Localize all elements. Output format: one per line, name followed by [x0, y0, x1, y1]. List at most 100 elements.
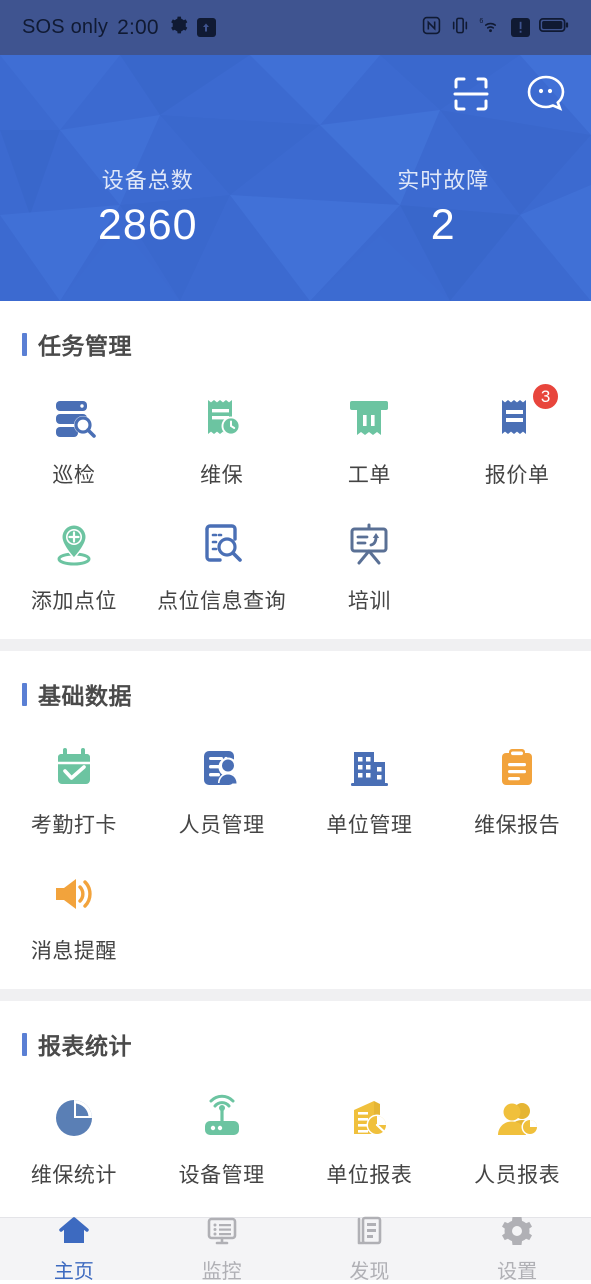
tab-settings[interactable]: 设置	[443, 1215, 591, 1284]
status-bar: SOS only 2:00 6	[0, 0, 591, 55]
section-task-management: 任务管理 巡检	[0, 301, 591, 639]
tab-discover[interactable]: 发现	[296, 1215, 444, 1284]
grid-item-label: 人员报表	[474, 1159, 560, 1189]
sim-alert-icon	[511, 18, 530, 37]
section-header: 报表统计	[0, 1001, 591, 1065]
grid-item-label: 报价单	[485, 459, 550, 489]
stat-label: 设备总数	[0, 163, 296, 195]
upload-arrow-icon	[197, 18, 216, 37]
header-actions	[449, 71, 569, 122]
grid-item-label: 维保统计	[31, 1159, 117, 1189]
grid-item-inspection[interactable]: 巡检	[0, 377, 148, 503]
section-header: 任务管理	[0, 301, 591, 365]
tab-monitor[interactable]: 监控	[148, 1215, 296, 1284]
grid-item-label: 人员管理	[179, 809, 265, 839]
clipboard-icon	[488, 739, 546, 797]
receipt-icon: 3	[488, 389, 546, 447]
grid-item-label: 工单	[348, 459, 391, 489]
icon-grid: 巡检 维保	[0, 365, 591, 629]
grid-item-add-point[interactable]: 添加点位	[0, 503, 148, 629]
home-icon	[57, 1215, 91, 1252]
grid-item-personnel-report[interactable]: 人员报表	[443, 1077, 591, 1203]
building-chart-icon	[340, 1089, 398, 1147]
carrier-label: SOS only	[22, 16, 108, 39]
section-accent-bar	[22, 683, 27, 706]
grid-item-maintenance[interactable]: 维保	[148, 377, 296, 503]
grid-item-point-query[interactable]: 点位信息查询	[148, 503, 296, 629]
section-accent-bar	[22, 333, 27, 356]
map-pin-plus-icon	[45, 515, 103, 573]
status-bar-left: SOS only 2:00	[22, 15, 216, 41]
grid-item-unit-report[interactable]: 单位报表	[296, 1077, 444, 1203]
tab-label: 发现	[349, 1255, 389, 1284]
book-icon	[352, 1215, 386, 1252]
speaker-icon	[45, 865, 103, 923]
pie-chart-icon	[45, 1089, 103, 1147]
stat-value: 2	[296, 203, 591, 248]
chat-bubble-icon[interactable]	[523, 71, 569, 122]
nfc-icon	[422, 16, 441, 40]
section-basic-data: 基础数据 考勤打卡	[0, 651, 591, 989]
ticket-printer-icon	[340, 389, 398, 447]
grid-item-unit-management[interactable]: 单位管理	[296, 727, 444, 853]
grid-item-label: 培训	[348, 585, 391, 615]
icon-grid: 考勤打卡 人员管理	[0, 715, 591, 979]
tab-label: 监控	[202, 1255, 242, 1284]
scan-icon[interactable]	[449, 72, 493, 121]
grid-item-label: 考勤打卡	[31, 809, 117, 839]
grid-item-work-order[interactable]: 工单	[296, 377, 444, 503]
icon-grid: 维保统计 设备管理	[0, 1065, 591, 1217]
grid-item-label: 添加点位	[31, 585, 117, 615]
document-search-icon	[193, 515, 251, 573]
tab-home[interactable]: 主页	[0, 1215, 148, 1284]
wifi-6-icon: 6	[479, 16, 502, 40]
section-accent-bar	[22, 1033, 27, 1056]
grid-item-training[interactable]: 培训	[296, 503, 444, 629]
section-title: 报表统计	[38, 1027, 132, 1061]
calendar-check-icon	[45, 739, 103, 797]
gear-icon	[168, 15, 188, 41]
grid-item-maintenance-report[interactable]: 维保报告	[443, 727, 591, 853]
grid-item-label: 维保	[200, 459, 243, 489]
grid-item-message-alert[interactable]: 消息提醒	[0, 853, 148, 979]
clock-label: 2:00	[117, 16, 159, 40]
grid-item-personnel[interactable]: 人员管理	[148, 727, 296, 853]
section-header: 基础数据	[0, 651, 591, 715]
section-title: 任务管理	[38, 327, 132, 361]
grid-item-label: 点位信息查询	[157, 585, 286, 615]
grid-item-label: 设备管理	[179, 1159, 265, 1189]
grid-item-maintenance-stats[interactable]: 维保统计	[0, 1077, 148, 1203]
notification-badge: 3	[531, 382, 560, 411]
grid-item-quotation[interactable]: 3 报价单	[443, 377, 591, 503]
status-bar-right: 6	[422, 16, 569, 40]
section-report-statistics: 报表统计 维保统计	[0, 1001, 591, 1217]
receipt-clock-icon	[193, 389, 251, 447]
grid-item-label: 单位管理	[326, 809, 412, 839]
stat-total-devices: 设备总数 2860	[0, 163, 296, 248]
grid-item-empty	[443, 853, 591, 979]
section-title: 基础数据	[38, 677, 132, 711]
dashboard-header: 设备总数 2860 实时故障 2	[0, 55, 591, 301]
tab-label: 主页	[54, 1255, 94, 1284]
id-card-person-icon	[193, 739, 251, 797]
grid-item-device-management[interactable]: 设备管理	[148, 1077, 296, 1203]
header-stats: 设备总数 2860 实时故障 2	[0, 163, 591, 248]
grid-item-attendance[interactable]: 考勤打卡	[0, 727, 148, 853]
grid-item-label: 单位报表	[326, 1159, 412, 1189]
people-chart-icon	[488, 1089, 546, 1147]
grid-item-empty	[443, 503, 591, 629]
grid-item-label: 巡检	[52, 459, 95, 489]
svg-text:6: 6	[479, 17, 483, 25]
tab-label: 设置	[497, 1255, 537, 1284]
bottom-navigation: 主页 监控 发现	[0, 1217, 591, 1280]
vibrate-icon	[450, 16, 470, 40]
router-signal-icon	[193, 1089, 251, 1147]
battery-icon	[539, 17, 569, 38]
grid-item-empty	[296, 853, 444, 979]
main-content[interactable]: 任务管理 巡检	[0, 301, 591, 1217]
gear-icon	[500, 1215, 534, 1252]
stat-label: 实时故障	[296, 163, 591, 195]
stat-value: 2860	[0, 203, 296, 248]
grid-item-label: 消息提醒	[31, 935, 117, 965]
stat-realtime-faults: 实时故障 2	[296, 163, 591, 248]
